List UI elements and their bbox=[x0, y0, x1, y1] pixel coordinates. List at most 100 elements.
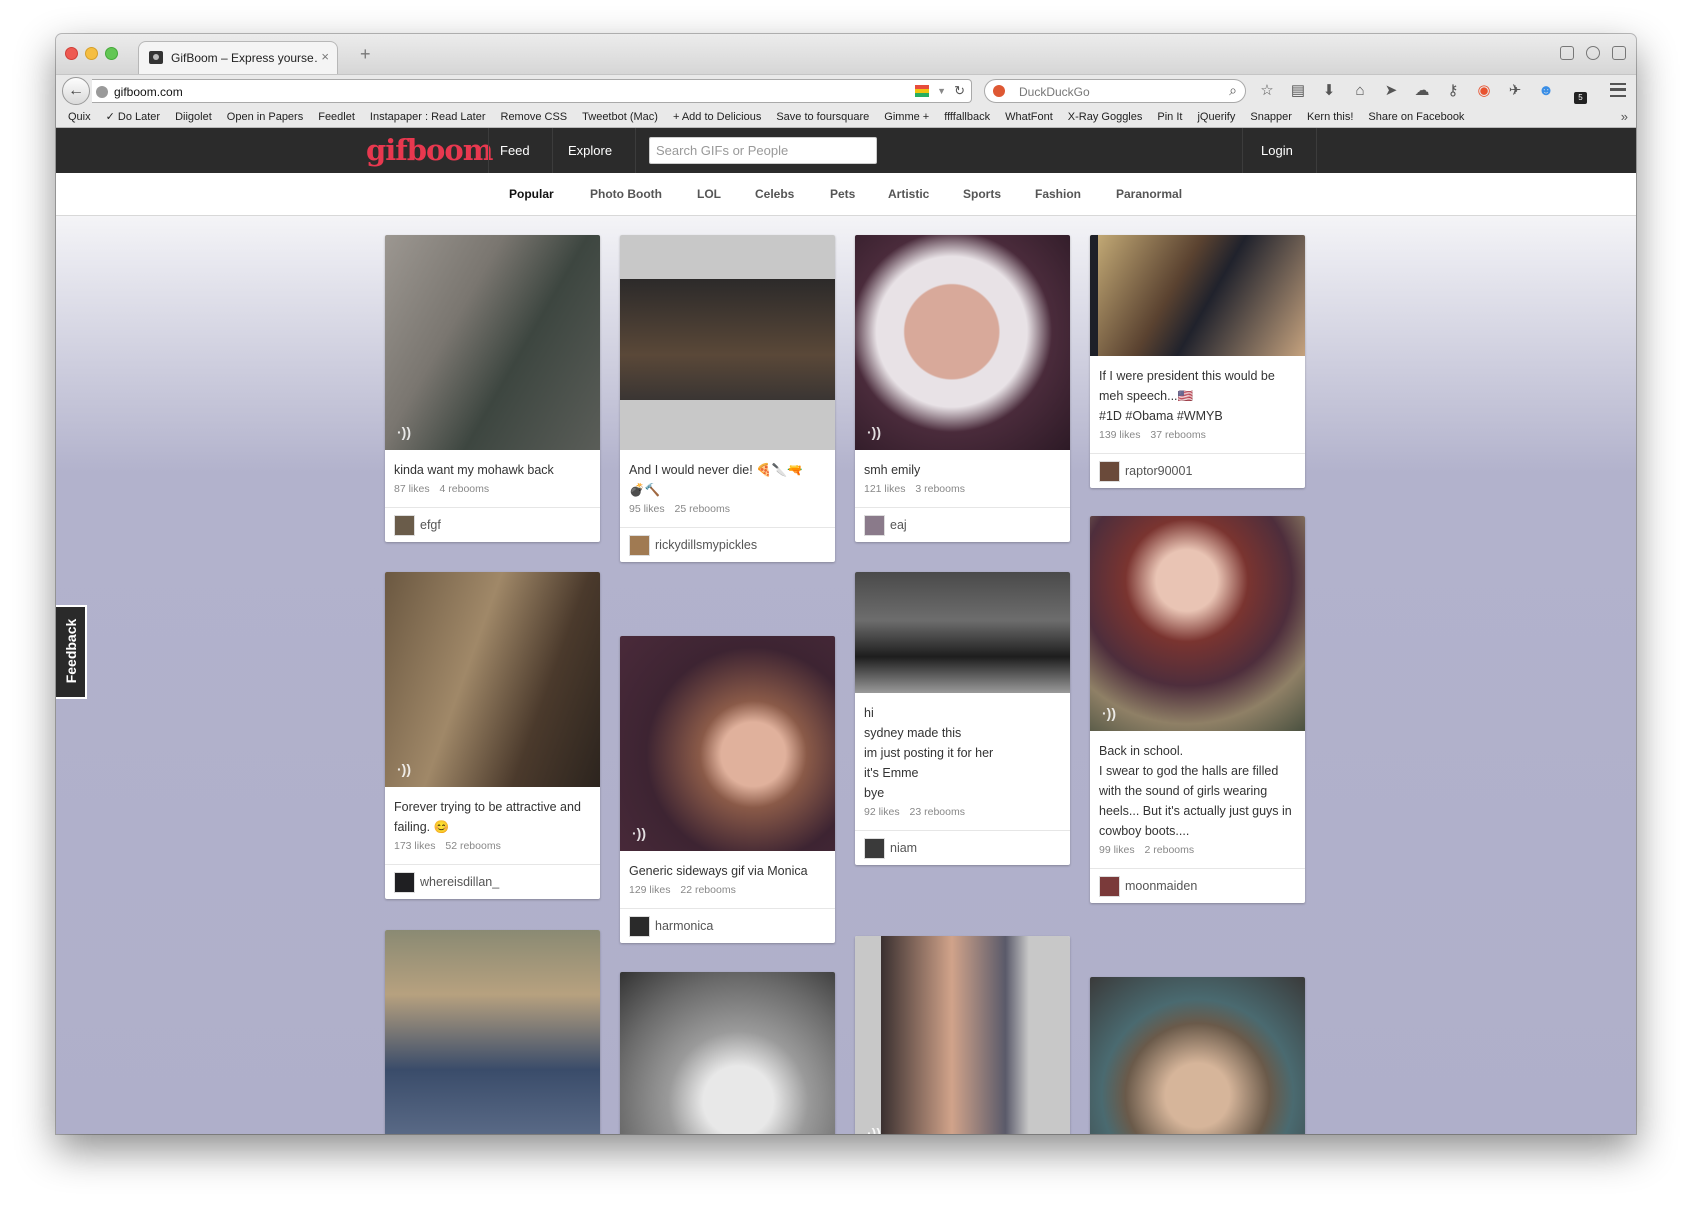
category-lol[interactable]: LOL bbox=[697, 187, 721, 201]
gif-thumbnail[interactable]: ·)) bbox=[385, 572, 600, 787]
site-search-input[interactable] bbox=[649, 137, 877, 164]
cloud-icon[interactable]: ☁ bbox=[1413, 82, 1431, 100]
bookmark-item[interactable]: Instapaper : Read Later bbox=[370, 111, 486, 123]
avatar[interactable] bbox=[629, 534, 650, 556]
gif-thumbnail[interactable] bbox=[620, 972, 835, 1134]
bookmarks-overflow-icon[interactable]: » bbox=[1621, 109, 1628, 124]
gif-card[interactable]: ·)) Generic sideways gif via Monica 129 … bbox=[620, 636, 835, 943]
author-name[interactable]: harmonica bbox=[655, 919, 713, 933]
likes-count[interactable]: 121 likes bbox=[864, 483, 905, 495]
hamburger-menu-icon[interactable] bbox=[1610, 83, 1626, 97]
bookmark-item[interactable]: jQuerify bbox=[1197, 111, 1235, 123]
author-name[interactable]: moonmaiden bbox=[1125, 879, 1197, 893]
likes-count[interactable]: 129 likes bbox=[629, 884, 670, 896]
rebooms-count[interactable]: 23 rebooms bbox=[910, 806, 965, 818]
rebooms-count[interactable]: 37 rebooms bbox=[1150, 429, 1205, 441]
key-icon[interactable]: ⚷ bbox=[1444, 82, 1462, 100]
duckduckgo-toolbar-icon[interactable]: ◉ bbox=[1475, 82, 1493, 100]
gif-card[interactable]: ·)) Back in school. I swear to god the h… bbox=[1090, 516, 1305, 903]
gif-card[interactable] bbox=[385, 930, 600, 1134]
nav-feed[interactable]: Feed bbox=[500, 143, 530, 158]
browser-search-bar[interactable]: DuckDuckGo ⌕ bbox=[984, 79, 1246, 103]
gif-thumbnail[interactable] bbox=[1090, 235, 1305, 356]
likes-count[interactable]: 173 likes bbox=[394, 840, 435, 852]
gif-thumbnail[interactable]: ·)) bbox=[855, 936, 1070, 1134]
category-pets[interactable]: Pets bbox=[830, 187, 855, 201]
likes-count[interactable]: 139 likes bbox=[1099, 429, 1140, 441]
likes-count[interactable]: 87 likes bbox=[394, 483, 430, 495]
bookmark-item[interactable]: ffffallback bbox=[944, 111, 990, 123]
login-link[interactable]: Login bbox=[1261, 143, 1293, 158]
sync-icon[interactable] bbox=[1586, 46, 1600, 60]
ghostery-icon[interactable]: ☻ bbox=[1537, 82, 1555, 100]
gif-card[interactable]: hi sydney made this im just posting it f… bbox=[855, 572, 1070, 865]
gif-thumbnail[interactable] bbox=[855, 572, 1070, 693]
gif-author[interactable]: harmonica bbox=[620, 908, 835, 943]
star-icon[interactable]: ☆ bbox=[1258, 82, 1276, 100]
avatar[interactable] bbox=[864, 837, 885, 859]
likes-count[interactable]: 95 likes bbox=[629, 503, 665, 515]
close-window-button[interactable] bbox=[65, 47, 78, 60]
category-paranormal[interactable]: Paranormal bbox=[1116, 187, 1182, 201]
rebooms-count[interactable]: 2 rebooms bbox=[1145, 844, 1195, 856]
gif-card[interactable]: ·)) bbox=[855, 936, 1070, 1134]
avatar[interactable] bbox=[1099, 875, 1120, 897]
duckduckgo-icon[interactable] bbox=[993, 85, 1005, 97]
bookmark-item[interactable]: X-Ray Goggles bbox=[1068, 111, 1143, 123]
gif-card[interactable]: If I were president this would be meh sp… bbox=[1090, 235, 1305, 488]
page-stats-icon[interactable] bbox=[915, 85, 930, 97]
gif-card[interactable]: ·)) Forever trying to be attractive and … bbox=[385, 572, 600, 899]
fullscreen-icon[interactable] bbox=[1612, 46, 1626, 60]
gif-card[interactable] bbox=[620, 972, 835, 1134]
bookmark-item[interactable]: + Add to Delicious bbox=[673, 111, 761, 123]
bookmark-item[interactable]: Kern this! bbox=[1307, 111, 1353, 123]
gif-thumbnail[interactable]: ·)) bbox=[855, 235, 1070, 450]
gif-card[interactable] bbox=[1090, 977, 1305, 1134]
likes-count[interactable]: 99 likes bbox=[1099, 844, 1135, 856]
home-icon[interactable]: ⌂ bbox=[1351, 82, 1369, 100]
gif-author[interactable]: raptor90001 bbox=[1090, 453, 1305, 488]
avatar[interactable] bbox=[1099, 460, 1120, 482]
bookmark-item[interactable]: Diigolet bbox=[175, 111, 212, 123]
gif-author[interactable]: whereisdillan_ bbox=[385, 864, 600, 899]
category-popular[interactable]: Popular bbox=[509, 187, 554, 201]
gif-card[interactable]: ·)) smh emily 121 likes 3 rebooms eaj bbox=[855, 235, 1070, 542]
gif-author[interactable]: eaj bbox=[855, 507, 1070, 542]
bookmark-item[interactable]: Quix bbox=[68, 111, 91, 123]
feedback-tab[interactable]: Feedback bbox=[56, 605, 87, 699]
category-celebs[interactable]: Celebs bbox=[755, 187, 794, 201]
avatar[interactable] bbox=[394, 871, 415, 893]
browser-tab[interactable]: GifBoom – Express yourse… × bbox=[138, 41, 338, 74]
author-name[interactable]: rickydillsmypickles bbox=[655, 538, 757, 552]
new-tab-button[interactable]: + bbox=[360, 45, 371, 63]
category-fashion[interactable]: Fashion bbox=[1035, 187, 1081, 201]
bookmark-item[interactable]: Open in Papers bbox=[227, 111, 303, 123]
bookmark-item[interactable]: Snapper bbox=[1250, 111, 1292, 123]
bookmark-item[interactable]: Share on Facebook bbox=[1368, 111, 1464, 123]
rebooms-count[interactable]: 22 rebooms bbox=[680, 884, 735, 896]
bookmark-item[interactable]: WhatFont bbox=[1005, 111, 1053, 123]
rebooms-count[interactable]: 52 rebooms bbox=[445, 840, 500, 852]
reading-list-icon[interactable]: ▤ bbox=[1289, 82, 1307, 100]
back-button[interactable]: ← bbox=[62, 77, 90, 105]
gif-thumbnail[interactable] bbox=[385, 930, 600, 1134]
minimize-window-button[interactable] bbox=[85, 47, 98, 60]
gif-thumbnail[interactable]: ·)) bbox=[620, 636, 835, 851]
bookmark-item[interactable]: Gimme + bbox=[884, 111, 929, 123]
gif-author[interactable]: efgf bbox=[385, 507, 600, 542]
author-name[interactable]: niam bbox=[890, 841, 917, 855]
author-name[interactable]: raptor90001 bbox=[1125, 464, 1192, 478]
gif-author[interactable]: rickydillsmypickles bbox=[620, 527, 835, 562]
author-name[interactable]: whereisdillan_ bbox=[420, 875, 499, 889]
gif-card[interactable]: ·)) kinda want my mohawk back 87 likes 4… bbox=[385, 235, 600, 542]
url-text[interactable]: gifboom.com bbox=[114, 85, 183, 99]
avatar[interactable] bbox=[394, 514, 415, 536]
rebooms-count[interactable]: 25 rebooms bbox=[675, 503, 730, 515]
rebooms-count[interactable]: 3 rebooms bbox=[915, 483, 965, 495]
send-icon[interactable]: ➤ bbox=[1382, 82, 1400, 100]
zoom-window-button[interactable] bbox=[105, 47, 118, 60]
bookmark-item[interactable]: Tweetbot (Mac) bbox=[582, 111, 658, 123]
bird-icon[interactable]: ✈ bbox=[1506, 82, 1524, 100]
url-bar[interactable]: gifboom.com ▼ ↻ bbox=[92, 79, 972, 103]
gif-thumbnail[interactable] bbox=[620, 235, 835, 450]
